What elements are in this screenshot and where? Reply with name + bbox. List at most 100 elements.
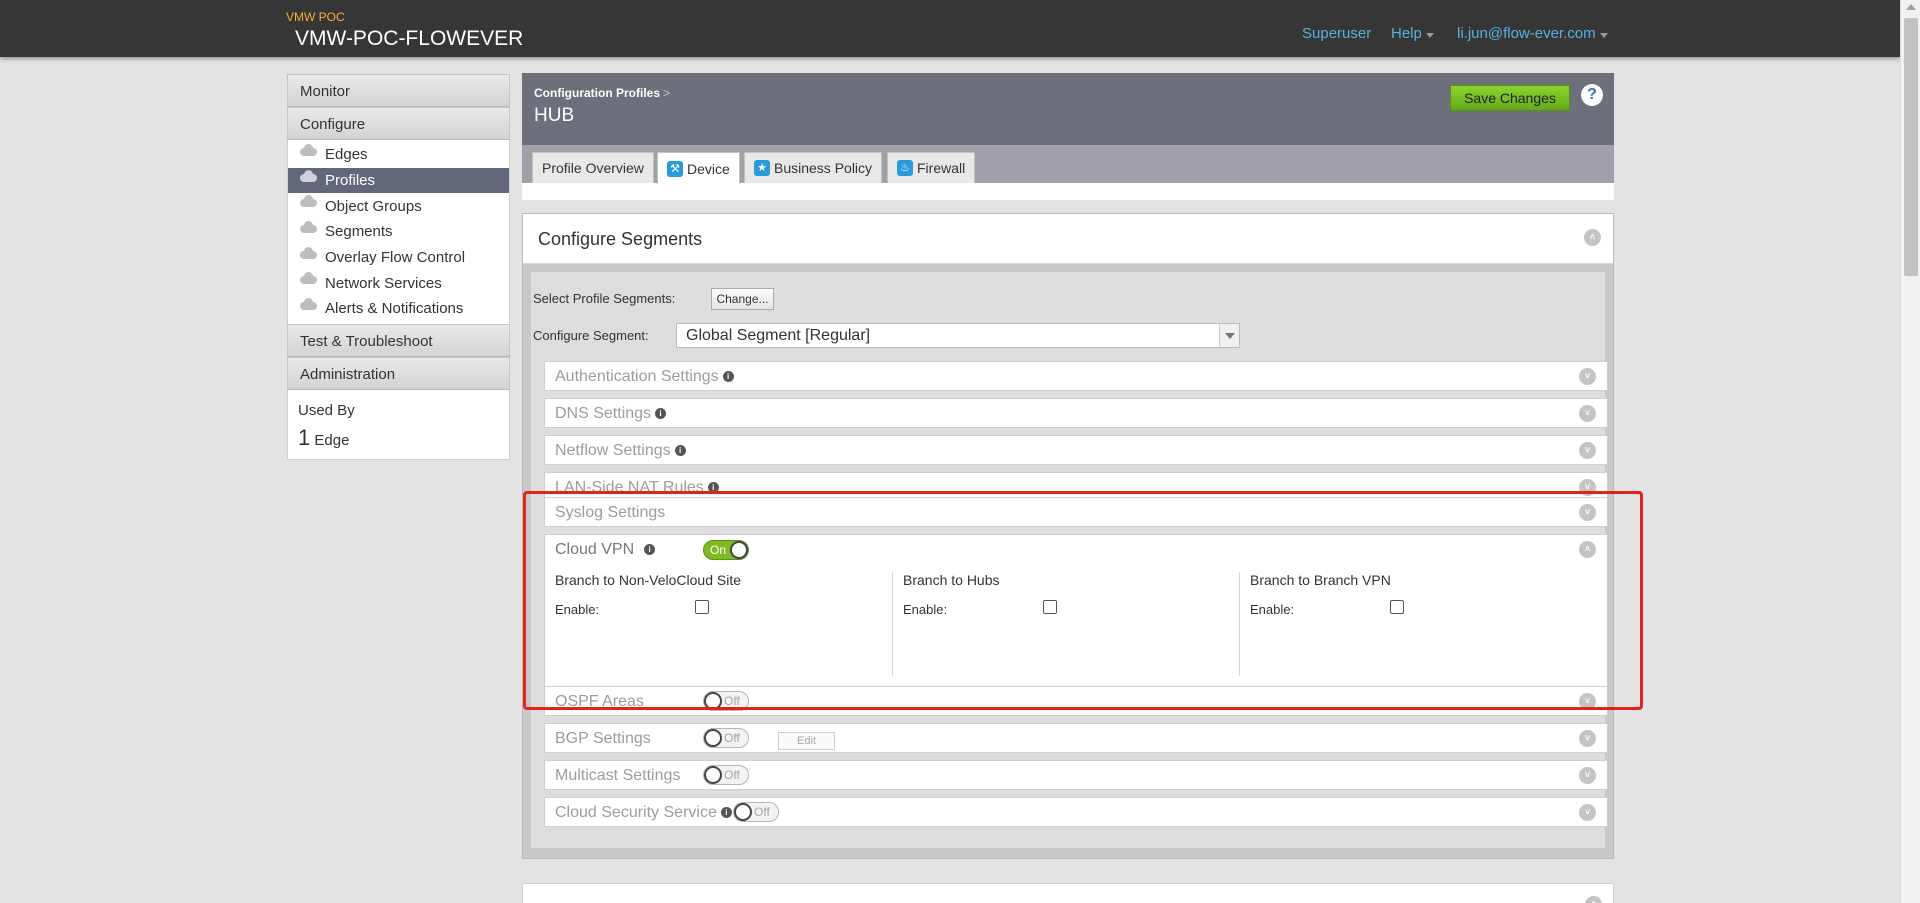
- expand-icon[interactable]: ˅: [1579, 504, 1596, 521]
- cloud-icon: [300, 297, 317, 310]
- authentication-settings-panel[interactable]: Authentication Settings i ˅: [544, 361, 1608, 391]
- scroll-up-arrow-icon[interactable]: [1906, 4, 1916, 10]
- tab-profile-overview[interactable]: Profile Overview: [532, 152, 654, 183]
- change-segments-button[interactable]: Change...: [711, 288, 774, 310]
- vpn-column-branch-to-branch: Branch to Branch VPN Enable:: [1239, 572, 1586, 676]
- segment-settings-area: Select Profile Segments: Change... Confi…: [531, 272, 1608, 848]
- flame-icon: ♨: [897, 160, 913, 176]
- used-by-line: 1 Edge: [298, 425, 499, 451]
- user-menu[interactable]: li.jun@flow-ever.com: [1457, 25, 1608, 42]
- expand-icon[interactable]: ˅: [1579, 479, 1596, 496]
- cloud-icon: [300, 195, 317, 208]
- cloud-security-service-panel[interactable]: Cloud Security Service i Off ˅: [544, 797, 1608, 827]
- dns-settings-panel[interactable]: DNS Settings i ˅: [544, 398, 1608, 428]
- wrench-icon: ⚒: [667, 160, 683, 177]
- ospf-areas-panel[interactable]: OSPF Areas Off ˅: [544, 686, 1608, 716]
- used-by-label: Used By: [298, 401, 355, 419]
- ospf-toggle[interactable]: Off: [703, 691, 749, 711]
- sidebar-administration[interactable]: Administration: [287, 356, 510, 390]
- configure-segments-card: Configure Segments ˄ Select Profile Segm…: [522, 213, 1614, 859]
- badge-icon: ★: [754, 160, 770, 176]
- sidebar-monitor[interactable]: Monitor: [287, 74, 510, 107]
- used-by-unit[interactable]: Edge: [314, 432, 349, 449]
- tab-business-policy[interactable]: ★ Business Policy: [744, 152, 883, 183]
- bgp-toggle[interactable]: Off: [703, 728, 749, 748]
- tab-device[interactable]: ⚒ Device: [657, 152, 740, 184]
- superuser-label: Superuser: [1302, 25, 1372, 42]
- bgp-edit-button[interactable]: Edit: [778, 732, 835, 750]
- toggle-label: On: [710, 543, 727, 557]
- toggle-label: Off: [724, 694, 740, 708]
- enable-hubs-checkbox[interactable]: [1043, 600, 1057, 614]
- vpn-column-title: Branch to Branch VPN: [1250, 572, 1391, 588]
- expand-icon[interactable]: ˅: [1579, 442, 1596, 459]
- multicast-settings-panel[interactable]: Multicast Settings Off ˅: [544, 760, 1608, 790]
- info-icon[interactable]: i: [720, 807, 732, 818]
- main-content: Configuration Profiles > HUB Save Changes…: [522, 73, 1614, 859]
- help-icon[interactable]: ?: [1581, 84, 1603, 106]
- panel-title: Syslog Settings: [555, 504, 666, 521]
- chevron-down-icon: [1599, 33, 1608, 38]
- bgp-settings-panel[interactable]: BGP Settings Off Edit ˅: [544, 723, 1608, 753]
- vpn-column-title: Branch to Hubs: [903, 572, 1000, 588]
- info-icon[interactable]: i: [644, 544, 656, 555]
- superuser-link[interactable]: Superuser: [1302, 25, 1371, 42]
- expand-icon[interactable]: ˅: [1579, 767, 1596, 784]
- sidebar-item-edges[interactable]: Edges: [288, 142, 509, 168]
- segment-select[interactable]: Global Segment [Regular]: [676, 323, 1240, 348]
- syslog-settings-panel[interactable]: Syslog Settings ˅: [544, 497, 1608, 527]
- sidebar-item-network-services[interactable]: Network Services: [288, 270, 509, 296]
- configure-segments-header: Configure Segments ˄: [523, 214, 1613, 264]
- breadcrumb: Configuration Profiles >: [534, 86, 670, 100]
- collapse-icon[interactable]: ˄: [1585, 896, 1602, 903]
- sidebar-item-segments[interactable]: Segments: [288, 219, 509, 245]
- toggle-label: Off: [724, 731, 740, 745]
- expand-icon[interactable]: ˅: [1579, 804, 1596, 821]
- cloud-security-toggle[interactable]: Off: [733, 802, 779, 822]
- sidebar-item-alerts-notifications[interactable]: Alerts & Notifications: [288, 296, 509, 322]
- sidebar-item-object-groups[interactable]: Object Groups: [288, 193, 509, 219]
- expand-icon[interactable]: ˅: [1579, 730, 1596, 747]
- tab-firewall[interactable]: ♨ Firewall: [887, 152, 976, 183]
- help-menu[interactable]: Help: [1391, 25, 1434, 42]
- collapse-icon[interactable]: ˄: [1579, 541, 1596, 558]
- info-icon[interactable]: i: [722, 371, 734, 382]
- panel-title: Cloud Security Service i: [555, 804, 732, 822]
- expand-icon[interactable]: ˅: [1579, 405, 1596, 422]
- sidebar-configure-list: Edges Profiles Object Groups Segments Ov…: [287, 140, 510, 324]
- panel-title: Multicast Settings: [555, 767, 681, 784]
- chevron-down-icon[interactable]: [1219, 324, 1239, 347]
- save-changes-button[interactable]: Save Changes: [1450, 85, 1570, 111]
- scroll-thumb[interactable]: [1904, 18, 1918, 276]
- cloud-vpn-toggle[interactable]: On: [703, 540, 749, 560]
- cloud-icon: [300, 246, 317, 259]
- panel-title: BGP Settings: [555, 730, 651, 747]
- netflow-settings-panel[interactable]: Netflow Settings i ˅: [544, 435, 1608, 465]
- expand-icon[interactable]: ˅: [1579, 693, 1596, 710]
- breadcrumb-separator: >: [663, 86, 671, 100]
- org-title[interactable]: VMW-POC-FLOWEVER: [295, 27, 523, 51]
- sidebar-item-overlay-flow-control[interactable]: Overlay Flow Control: [288, 245, 509, 271]
- used-by-box: Used By 1 Edge: [287, 389, 510, 460]
- sidebar-configure[interactable]: Configure: [287, 107, 510, 140]
- info-icon[interactable]: i: [674, 445, 686, 456]
- multicast-toggle[interactable]: Off: [703, 765, 749, 785]
- sidebar-test-troubleshoot[interactable]: Test & Troubleshoot: [287, 323, 510, 357]
- panel-title: OSPF Areas: [555, 693, 644, 710]
- toggle-knob: [734, 803, 752, 821]
- breadcrumb-link[interactable]: Configuration Profiles: [534, 86, 660, 100]
- sidebar-item-profiles[interactable]: Profiles: [288, 167, 509, 194]
- toggle-knob: [704, 729, 722, 747]
- page-title: HUB: [534, 105, 575, 126]
- enable-branch-to-branch-checkbox[interactable]: [1390, 600, 1404, 614]
- page-scrollbar[interactable]: [1900, 0, 1920, 903]
- collapse-icon[interactable]: ˄: [1584, 229, 1601, 246]
- info-icon[interactable]: i: [707, 482, 719, 493]
- cloud-icon: [300, 143, 317, 156]
- enable-non-velocloud-checkbox[interactable]: [695, 600, 709, 614]
- enable-label: Enable:: [903, 602, 948, 617]
- configure-segment-label: Configure Segment:: [533, 328, 649, 343]
- info-icon[interactable]: i: [655, 408, 667, 419]
- expand-icon[interactable]: ˅: [1579, 368, 1596, 385]
- toggle-knob: [730, 541, 748, 559]
